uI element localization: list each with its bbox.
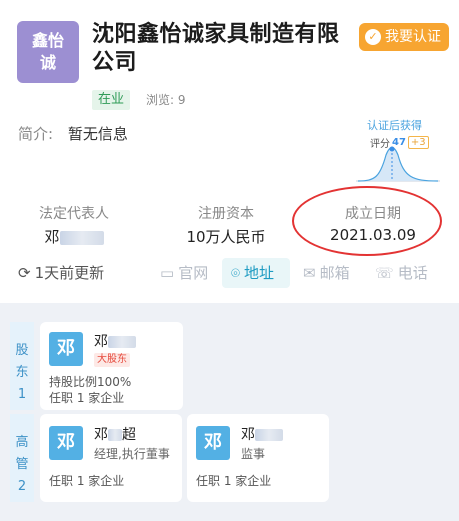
positions-count: 任职 1 家企业: [49, 391, 125, 405]
view-count: 浏览: 9: [146, 93, 186, 107]
score-widget[interactable]: 认证后获得 评分 47 +3: [350, 115, 446, 190]
action-row: ⟳ 1天前更新 ▭ 官网 ⌾ 地址 ✉ 邮箱 ☏ 电话: [0, 262, 459, 286]
certify-button-label: 我要认证: [385, 29, 441, 45]
intro-label: 简介:: [18, 125, 54, 143]
location-pin-icon: ⌾: [231, 263, 241, 282]
website-label: 官网: [178, 264, 209, 282]
certify-button[interactable]: ✓ 我要认证: [359, 23, 449, 51]
avatar: 邓: [49, 426, 83, 460]
email-label: 邮箱: [319, 264, 350, 282]
capital-value: 10万人民币: [186, 228, 266, 246]
website-button[interactable]: ▭ 官网: [160, 262, 208, 283]
executives-label[interactable]: 高管2: [10, 414, 34, 502]
positions-count: 任职 1 家企业: [49, 474, 125, 488]
check-icon: ✓: [365, 29, 381, 45]
updated-label: 1天前更新: [34, 264, 105, 282]
company-intro: 简介: 暂无信息: [18, 123, 128, 144]
legal-representative-field[interactable]: 法定代表人 邓: [32, 203, 116, 247]
address-label: 地址: [244, 264, 275, 282]
shareholders-label[interactable]: 股东1: [10, 322, 34, 410]
executives-label-text: 高管2: [15, 435, 29, 494]
major-shareholder-tag: 大股东: [94, 353, 130, 367]
shareholder-name: 邓: [94, 331, 136, 351]
avatar: 邓: [49, 332, 83, 366]
shareholder-card[interactable]: 邓 邓 大股东 持股比例100% 任职 1 家企业: [40, 322, 183, 410]
blurred-name: [59, 230, 104, 245]
legal-rep-name: 邓: [44, 228, 60, 246]
positions-count: 任职 1 家企业: [196, 474, 272, 488]
refresh-button[interactable]: ⟳ 1天前更新: [18, 262, 104, 283]
avatar: 邓: [196, 426, 230, 460]
blurred-name: [108, 429, 122, 441]
blurred-name: [108, 336, 136, 348]
logo-text: 鑫怡诚: [31, 31, 64, 72]
phone-button[interactable]: ☏ 电话: [375, 262, 428, 283]
company-name: 沈阳鑫怡诚家具制造有限公司: [92, 22, 340, 75]
score-distribution-curve: [356, 146, 440, 182]
phone-label: 电话: [397, 264, 428, 282]
legal-rep-value: 邓: [32, 226, 116, 247]
registered-capital-field: 注册资本 10万人民币: [180, 203, 272, 247]
share-ratio: 持股比例100%: [49, 375, 132, 389]
company-header-card: 鑫怡诚 沈阳鑫怡诚家具制造有限公司 ✓ 我要认证 在业 浏览: 9 简介: 暂无…: [0, 0, 459, 303]
intro-value: 暂无信息: [67, 125, 128, 143]
legal-rep-label: 法定代表人: [39, 206, 109, 222]
executive-card[interactable]: 邓 邓 监事 任职 1 家企业: [187, 414, 329, 502]
mail-icon: ✉: [303, 263, 316, 282]
blurred-name: [255, 429, 283, 441]
red-highlight-circle: [292, 186, 442, 256]
executive-role: 经理,执行董事: [94, 447, 170, 461]
executive-role: 监事: [241, 447, 266, 461]
executive-name: 邓: [241, 424, 283, 444]
phone-icon: ☏: [375, 263, 394, 282]
email-button[interactable]: ✉ 邮箱: [303, 262, 350, 283]
address-button[interactable]: ⌾ 地址: [231, 262, 274, 283]
executive-card[interactable]: 邓 邓超 经理,执行董事 任职 1 家企业: [40, 414, 182, 502]
capital-label: 注册资本: [198, 206, 254, 222]
refresh-icon: ⟳: [18, 263, 31, 282]
company-logo: 鑫怡诚: [17, 21, 79, 83]
shareholders-label-text: 股东1: [15, 343, 29, 402]
executive-name: 邓超: [94, 427, 136, 443]
monitor-icon: ▭: [160, 263, 175, 282]
status-badge: 在业: [92, 90, 130, 110]
